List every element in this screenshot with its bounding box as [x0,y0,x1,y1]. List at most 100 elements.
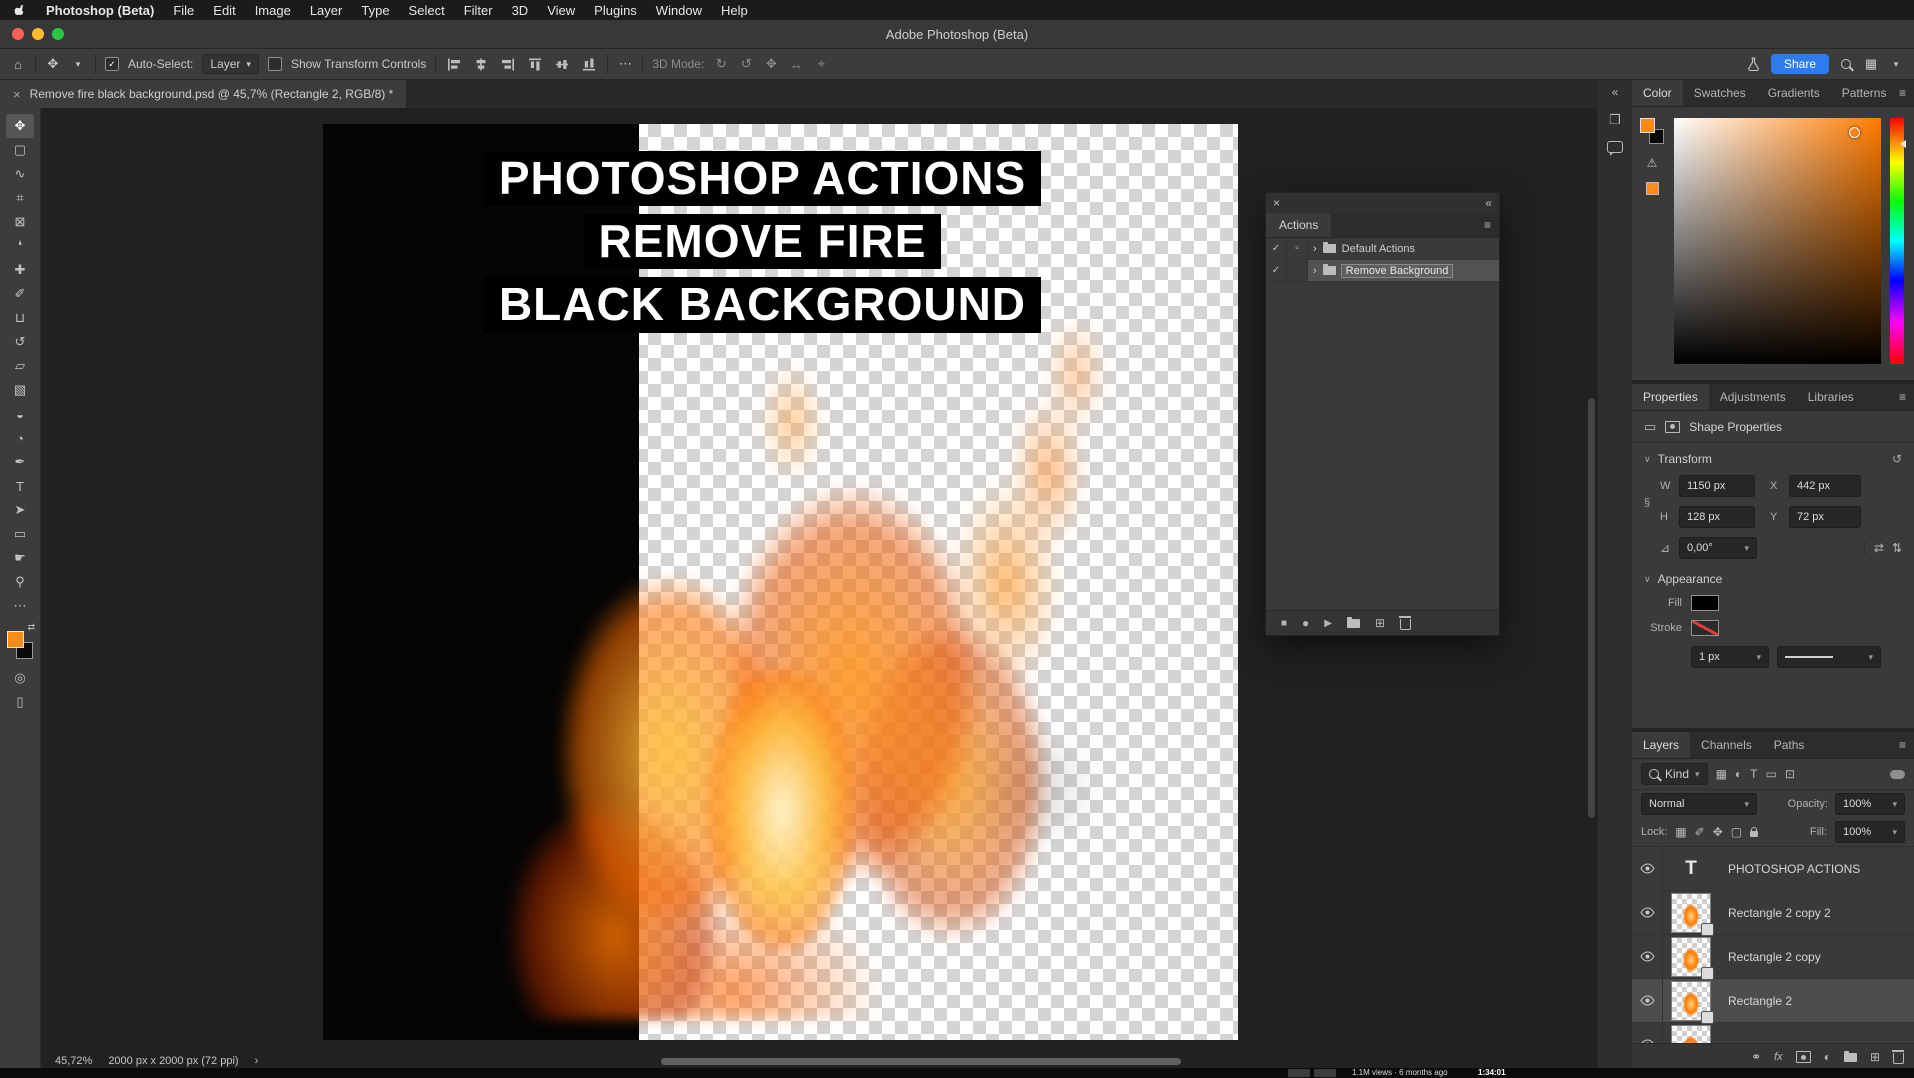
3d-zoom-icon[interactable]: ⌖ [813,56,829,72]
search-icon[interactable] [1838,59,1854,69]
layer-visibility-toggle[interactable] [1632,935,1663,978]
width-input[interactable]: 1150 px [1679,475,1755,497]
current-tool-icon[interactable]: ✥ [45,56,61,72]
lock-image-pixels-icon[interactable]: ✐ [1695,825,1705,839]
marquee-tool[interactable]: ▢ [6,138,34,162]
type-tool[interactable]: T [6,474,34,498]
beta-feedback-flask-icon[interactable] [1746,57,1762,71]
x-input[interactable]: 442 px [1789,475,1861,497]
layer-filtering-toggle[interactable] [1890,769,1905,779]
new-layer-icon[interactable]: ⊞ [1870,1050,1880,1064]
share-button[interactable]: Share [1770,54,1829,74]
expand-set-icon[interactable]: › [1313,265,1317,277]
opacity-input[interactable]: 100% ▾ [1835,793,1905,815]
new-group-icon[interactable] [1843,1050,1857,1062]
layer-row-selected[interactable]: Rectangle 2 [1632,979,1914,1024]
menu-view[interactable]: View [547,3,575,18]
layer-name[interactable]: Rectangle 2 copy 2 [1728,906,1831,920]
flip-horizontal-icon[interactable]: ⇄ [1874,541,1884,555]
shape-tool[interactable]: ▭ [6,522,34,546]
add-mask-icon[interactable] [1795,1051,1811,1063]
align-bottom-icon[interactable] [583,55,596,73]
layer-thumbnail[interactable] [1671,892,1714,936]
flip-vertical-icon[interactable]: ⇅ [1892,541,1902,555]
layer-row[interactable]: Rectangle 2 copy [1632,935,1914,980]
expand-set-icon[interactable]: › [1313,243,1317,255]
lasso-tool[interactable]: ∿ [6,162,34,186]
delete-action-icon[interactable] [1398,616,1412,630]
frame-tool[interactable]: ⊠ [6,210,34,234]
workspace-grid-icon[interactable]: ▦ [1863,56,1879,72]
crop-tool[interactable]: ⌗ [6,186,34,210]
delete-layer-icon[interactable] [1891,1050,1904,1064]
new-action-set-icon[interactable] [1347,616,1360,628]
fill-color-swatch[interactable] [1691,595,1719,611]
healing-brush-tool[interactable]: ✚ [6,258,34,282]
action-set-name[interactable]: Remove Background [1340,263,1454,278]
layer-visibility-toggle[interactable] [1632,891,1663,934]
tab-color[interactable]: Color [1632,80,1683,106]
action-set-row[interactable]: ✓ ▫ › Default Actions [1266,238,1499,260]
appearance-section-title[interactable]: ∨ Appearance [1644,572,1902,586]
stroke-width-dropdown[interactable]: 1 px ▾ [1691,646,1769,668]
status-expand-icon[interactable]: › [255,1055,259,1067]
tab-layers[interactable]: Layers [1632,732,1691,758]
align-center-horizontal-icon[interactable] [472,58,490,71]
filter-shape-layers-icon[interactable]: ▭ [1766,767,1777,781]
lock-position-icon[interactable]: ✥ [1713,825,1723,839]
menubar-app-name[interactable]: Photoshop (Beta) [46,3,154,18]
begin-recording-icon[interactable]: ● [1302,616,1309,630]
history-brush-tool[interactable]: ↺ [6,330,34,354]
link-dimensions-icon[interactable]: § [1644,497,1650,509]
panel-menu-icon[interactable]: ≡ [1899,80,1914,106]
foreground-color-swatch[interactable] [7,631,24,648]
adjustment-layer-icon[interactable]: ◐ [1824,1050,1831,1064]
tab-paths[interactable]: Paths [1763,732,1816,758]
action-dialog-toggle[interactable] [1287,260,1308,281]
vertical-scrollbar[interactable] [1588,398,1595,818]
tab-actions[interactable]: Actions [1266,213,1332,237]
play-action-icon[interactable]: ▶ [1324,618,1332,629]
panel-menu-icon[interactable]: ≡ [1899,732,1914,758]
document-canvas[interactable]: PHOTOSHOP ACTIONS REMOVE FIRE BLACK BACK… [323,124,1238,1040]
stop-playing-icon[interactable]: ■ [1281,618,1287,629]
layer-thumbnail[interactable] [1671,936,1714,980]
lock-transparent-pixels-icon[interactable]: ▦ [1675,825,1686,839]
menu-layer[interactable]: Layer [310,3,343,18]
move-tool[interactable]: ✥ [6,114,34,138]
dodge-tool[interactable]: ◔ [6,426,34,450]
layer-row[interactable]: T PHOTOSHOP ACTIONS [1632,847,1914,891]
height-input[interactable]: 128 px [1679,506,1755,528]
action-set-name[interactable]: Default Actions [1342,243,1415,255]
stroke-style-dropdown[interactable]: ▾ [1777,646,1881,668]
quick-mask-button[interactable]: ◎ [6,666,34,690]
menu-image[interactable]: Image [255,3,291,18]
filter-smart-objects-icon[interactable]: ⊡ [1785,767,1795,781]
align-left-icon[interactable] [445,58,463,71]
lock-all-icon[interactable] [1750,826,1759,837]
menu-help[interactable]: Help [721,3,748,18]
3d-pan-icon[interactable]: ✥ [763,56,779,72]
close-panel-icon[interactable]: × [1273,196,1280,210]
zoom-level[interactable]: 45,72% [55,1055,92,1067]
saturation-brightness-field[interactable] [1674,118,1881,364]
layer-name[interactable]: Rectangle 2 [1728,994,1792,1008]
action-set-row-selected[interactable]: ✓ › Remove Background [1266,260,1499,282]
panel-menu-icon[interactable]: ≡ [1484,218,1499,232]
layer-thumbnail[interactable] [1671,1024,1711,1043]
filter-adjustment-layers-icon[interactable]: ◐ [1735,767,1742,781]
color-picker-cursor[interactable] [1849,127,1860,138]
tab-libraries[interactable]: Libraries [1797,384,1865,410]
eyedropper-tool[interactable]: ❛ [6,234,34,258]
clone-stamp-tool[interactable]: ⊔ [6,306,34,330]
mini-color-swatches[interactable] [1640,118,1664,144]
layer-effects-icon[interactable]: fx [1774,1051,1783,1063]
hue-slider[interactable] [1890,118,1904,364]
menu-type[interactable]: Type [361,3,389,18]
expand-panels-icon[interactable]: « [1612,85,1619,99]
home-icon[interactable]: ⌂ [10,57,26,72]
menu-file[interactable]: File [173,3,194,18]
link-layers-icon[interactable]: ⚭ [1751,1050,1761,1064]
brush-tool[interactable]: ✐ [6,282,34,306]
screen-mode-button[interactable]: ▯ [6,690,34,714]
